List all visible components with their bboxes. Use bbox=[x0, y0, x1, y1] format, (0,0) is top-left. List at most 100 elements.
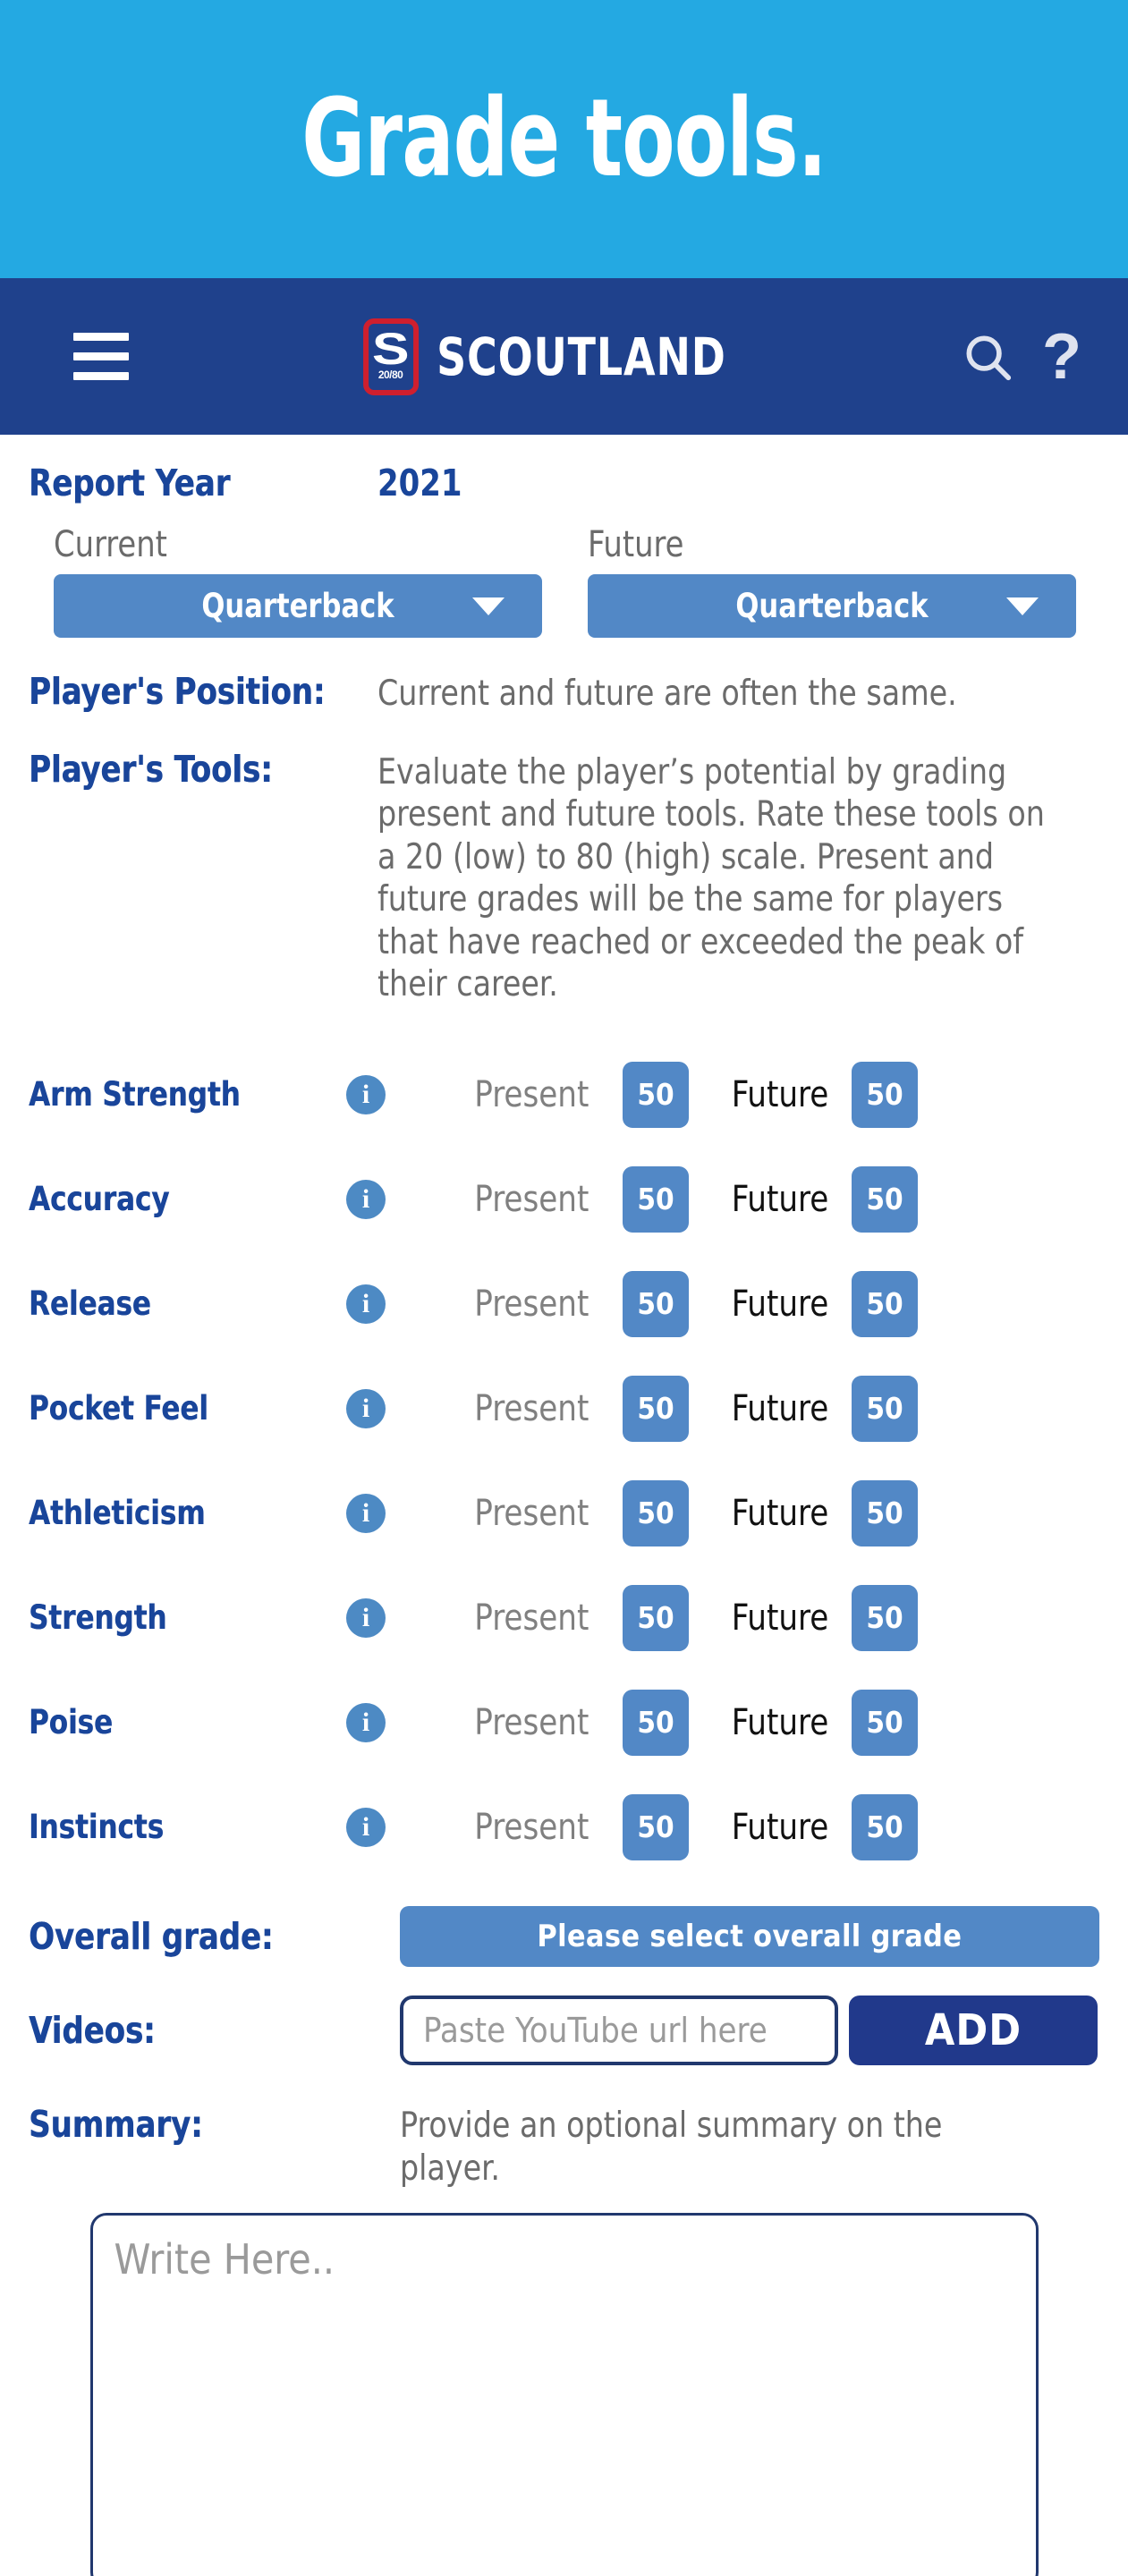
future-grade-button[interactable]: 50 bbox=[852, 1689, 918, 1756]
videos-label: Videos: bbox=[29, 2009, 156, 2053]
present-caption: Present bbox=[474, 1806, 589, 1848]
present-caption: Present bbox=[474, 1387, 589, 1429]
tool-row: Instincts i Present 50 Future 50 bbox=[29, 1775, 1099, 1879]
tool-label: Accuracy bbox=[29, 1180, 170, 1219]
future-position-group: Future Quarterback bbox=[587, 524, 1100, 638]
info-icon[interactable]: i bbox=[346, 1284, 386, 1324]
grade-group: Present 50 Future 50 bbox=[471, 1165, 918, 1233]
present-caption: Present bbox=[474, 1701, 589, 1743]
search-icon[interactable] bbox=[960, 329, 1015, 385]
tool-label: Pocket Feel bbox=[29, 1389, 208, 1428]
present-caption: Present bbox=[474, 1492, 589, 1534]
grade-tools-page: Grade tools. S 20/80 SCOUTLAND ? Report … bbox=[0, 0, 1128, 2576]
future-grade-button[interactable]: 50 bbox=[852, 1061, 918, 1128]
position-selectors: Current Quarterback Future Quarterback bbox=[29, 524, 1099, 638]
info-icon[interactable]: i bbox=[346, 1388, 386, 1428]
tool-row: Poise i Present 50 Future 50 bbox=[29, 1670, 1099, 1775]
question-mark-glyph: ? bbox=[1042, 320, 1081, 393]
current-position-group: Current Quarterback bbox=[54, 524, 566, 638]
logo-letter: S bbox=[371, 324, 410, 374]
future-caption: Future bbox=[731, 1283, 829, 1325]
info-icon[interactable]: i bbox=[346, 1597, 386, 1638]
brand-name: SCOUTLAND bbox=[436, 326, 726, 387]
tool-row: Athleticism i Present 50 Future 50 bbox=[29, 1461, 1099, 1565]
videos-row: Videos: ADD bbox=[29, 1996, 1099, 2066]
help-question-icon[interactable]: ? bbox=[1042, 325, 1081, 389]
tool-label: Arm Strength bbox=[29, 1075, 241, 1114]
tool-label: Poise bbox=[29, 1703, 114, 1742]
present-caption: Present bbox=[474, 1178, 589, 1220]
future-grade-button[interactable]: 50 bbox=[852, 1375, 918, 1442]
overall-grade-select-button[interactable]: Please select overall grade bbox=[399, 1906, 1099, 1968]
summary-label: Summary: bbox=[29, 2103, 203, 2147]
tool-row: Strength i Present 50 Future 50 bbox=[29, 1565, 1099, 1670]
present-grade-button[interactable]: 50 bbox=[623, 1793, 689, 1860]
future-position-dropdown[interactable]: Quarterback bbox=[587, 574, 1076, 638]
present-grade-button[interactable]: 50 bbox=[623, 1479, 689, 1546]
tool-row: Arm Strength i Present 50 Future 50 bbox=[29, 1042, 1099, 1147]
info-icon[interactable]: i bbox=[346, 1179, 386, 1219]
info-icon[interactable]: i bbox=[346, 1807, 386, 1847]
present-grade-button[interactable]: 50 bbox=[623, 1375, 689, 1442]
future-caption: Future bbox=[731, 1806, 829, 1848]
tool-label: Athleticism bbox=[29, 1494, 206, 1533]
grade-group: Present 50 Future 50 bbox=[471, 1375, 918, 1442]
grade-group: Present 50 Future 50 bbox=[471, 1584, 918, 1651]
future-caption: Future bbox=[731, 1073, 829, 1115]
future-caption: Future bbox=[731, 1387, 829, 1429]
players-tools-label: Player's Tools: bbox=[29, 747, 273, 791]
future-grade-button[interactable]: 50 bbox=[852, 1270, 918, 1337]
info-icon[interactable]: i bbox=[346, 1702, 386, 1742]
report-year-row: Report Year 2021 bbox=[29, 462, 1099, 504]
players-tools-text: Evaluate the player’s potential by gradi… bbox=[377, 751, 1045, 1005]
hamburger-menu-icon[interactable] bbox=[73, 333, 129, 380]
main-content: Report Year 2021 Current Quarterback Fut… bbox=[0, 462, 1128, 2576]
current-position-dropdown[interactable]: Quarterback bbox=[54, 574, 542, 638]
report-year-label: Report Year bbox=[29, 462, 231, 504]
tool-label: Instincts bbox=[29, 1808, 165, 1847]
info-icon[interactable]: i bbox=[346, 1493, 386, 1533]
future-caption: Future bbox=[731, 1492, 829, 1534]
hamburger-bar bbox=[73, 372, 129, 380]
brand-logo[interactable]: S 20/80 SCOUTLAND bbox=[362, 318, 766, 395]
present-grade-button[interactable]: 50 bbox=[623, 1165, 689, 1233]
info-icon[interactable]: i bbox=[346, 1074, 386, 1114]
players-position-label: Player's Position: bbox=[29, 670, 326, 713]
hamburger-bar bbox=[73, 333, 129, 341]
scoutland-badge-icon: S 20/80 bbox=[362, 318, 419, 395]
navbar-actions: ? bbox=[960, 325, 1081, 389]
overall-grade-label: Overall grade: bbox=[29, 1915, 274, 1959]
present-grade-button[interactable]: 50 bbox=[623, 1061, 689, 1128]
players-tools-row: Player's Tools: Evaluate the player’s po… bbox=[29, 748, 1099, 1006]
hamburger-bar bbox=[73, 352, 129, 360]
future-grade-button[interactable]: 50 bbox=[852, 1793, 918, 1860]
future-caption: Future bbox=[731, 1178, 829, 1220]
tool-row: Pocket Feel i Present 50 Future 50 bbox=[29, 1356, 1099, 1461]
current-position-value: Quarterback bbox=[201, 587, 394, 625]
add-video-button[interactable]: ADD bbox=[849, 1996, 1098, 2066]
top-navbar: S 20/80 SCOUTLAND ? bbox=[0, 278, 1128, 435]
page-banner: Grade tools. bbox=[0, 0, 1128, 278]
tool-label: Release bbox=[29, 1284, 151, 1324]
overall-grade-row: Overall grade: Please select overall gra… bbox=[29, 1906, 1099, 1968]
players-position-text: Current and future are often the same. bbox=[377, 674, 957, 714]
tool-row: Release i Present 50 Future 50 bbox=[29, 1251, 1099, 1356]
future-position-caption: Future bbox=[587, 524, 683, 565]
youtube-url-input[interactable] bbox=[400, 1996, 838, 2066]
present-grade-button[interactable]: 50 bbox=[623, 1584, 689, 1651]
banner-title: Grade tools. bbox=[301, 76, 827, 201]
future-caption: Future bbox=[731, 1597, 829, 1639]
grade-group: Present 50 Future 50 bbox=[471, 1061, 918, 1128]
future-grade-button[interactable]: 50 bbox=[852, 1584, 918, 1651]
future-grade-button[interactable]: 50 bbox=[852, 1479, 918, 1546]
future-caption: Future bbox=[731, 1701, 829, 1743]
report-year-value: 2021 bbox=[377, 462, 462, 504]
present-grade-button[interactable]: 50 bbox=[623, 1270, 689, 1337]
future-grade-button[interactable]: 50 bbox=[852, 1165, 918, 1233]
present-caption: Present bbox=[474, 1283, 589, 1325]
present-caption: Present bbox=[474, 1597, 589, 1639]
chevron-down-icon bbox=[472, 597, 505, 615]
present-grade-button[interactable]: 50 bbox=[623, 1689, 689, 1756]
summary-textarea[interactable] bbox=[89, 2213, 1039, 2576]
players-position-row: Player's Position: Current and future ar… bbox=[29, 670, 1099, 716]
